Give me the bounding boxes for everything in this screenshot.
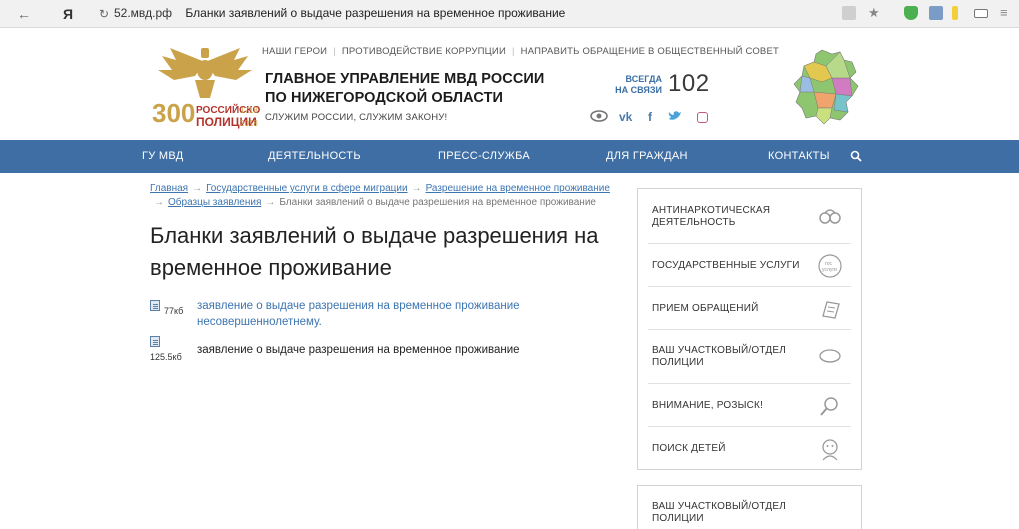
search-icon[interactable] bbox=[850, 150, 862, 162]
mail-icon[interactable] bbox=[929, 6, 943, 20]
url-domain: 52.мвд.рф bbox=[114, 6, 173, 20]
handcuffs-icon bbox=[819, 209, 841, 224]
file-item: 125.5кб заявление о выдаче разрешения на… bbox=[150, 334, 630, 364]
twitter-icon[interactable] bbox=[668, 110, 682, 122]
reader-mode-icon[interactable] bbox=[842, 6, 856, 20]
emblem-year-end: 2018 bbox=[240, 119, 258, 128]
gosuslugi-icon-text-2: услуги bbox=[822, 267, 837, 273]
sidebar-item-label: ПРИЕМ ОБРАЩЕНИЙ bbox=[652, 303, 759, 314]
page-title: Бланки заявлений о выдаче разрешения на … bbox=[150, 223, 599, 280]
site-header: 300 РОССИЙСКОЙ ПОЛИЦИИ 1718 2018 НАШИ ГЕ… bbox=[0, 28, 1019, 140]
sidebar-item-label: ПОЛИЦИИ bbox=[652, 357, 704, 368]
main-navbar: ГУ МВД ДЕЯТЕЛЬНОСТЬ ПРЕСС-СЛУЖБА ДЛЯ ГРА… bbox=[0, 140, 1019, 173]
sidebar-box-district-officer[interactable]: ВАШ УЧАСТКОВЫЙ/ОТДЕЛ ПОЛИЦИИ bbox=[637, 485, 862, 529]
sidebar-item-appeals[interactable]: ПРИЕМ ОБРАЩЕНИЙ bbox=[648, 287, 851, 330]
contact-number[interactable]: 102 bbox=[668, 70, 710, 98]
sidebar-item-label: ПОИСК ДЕТЕЙ bbox=[652, 443, 726, 454]
org-title-line2: ПО НИЖЕГОРОДСКОЙ ОБЛАСТИ bbox=[265, 90, 504, 106]
emblem-year-start: 1718 bbox=[240, 106, 258, 115]
breadcrumb: Главная → Государственные услуги в сфере м… bbox=[150, 182, 620, 210]
address-bar[interactable]: 52.мвд.рф Бланки заявлений о выдаче разр… bbox=[114, 6, 565, 20]
file-size: 125.5кб bbox=[150, 352, 182, 362]
gosuslugi-icon: гос услуги bbox=[818, 254, 842, 278]
contact-label-line2: НА СВЯЗИ bbox=[615, 85, 662, 95]
file-link[interactable]: заявление о выдаче разрешения на временн… bbox=[197, 298, 577, 330]
vk-icon[interactable]: vk bbox=[619, 110, 632, 124]
nav-activity[interactable]: ДЕЯТЕЛЬНОСТЬ bbox=[268, 150, 361, 162]
sidebar-item-label: АНТИНАРКОТИЧЕСКАЯ bbox=[652, 205, 771, 216]
breadcrumb-arrow-icon: → bbox=[192, 183, 203, 194]
breadcrumb-samples[interactable]: Образцы заявления bbox=[168, 197, 261, 208]
sidebar-item-label: ГОСУДАРСТВЕННЫЕ УСЛУГИ bbox=[652, 260, 800, 271]
org-title[interactable]: ГЛАВНОЕ УПРАВЛЕНИЕ МВД РОССИИ ПО НИЖЕГОР… bbox=[265, 70, 544, 108]
region-map[interactable] bbox=[792, 48, 862, 126]
breadcrumb-migration[interactable]: Государственные услуги в сфере миграции bbox=[206, 183, 408, 194]
file-item: 77кб заявление о выдаче разрешения на вр… bbox=[150, 298, 630, 330]
battery-icon bbox=[974, 9, 988, 18]
top-link-anticorruption[interactable]: ПРОТИВОДЕЙСТВИЕ КОРРУПЦИИ bbox=[342, 46, 506, 57]
emblem-300: 300 bbox=[152, 98, 195, 128]
top-links: НАШИ ГЕРОИ | ПРОТИВОДЕЙСТВИЕ КОРРУПЦИИ | НАП… bbox=[262, 46, 779, 57]
file-link[interactable]: заявление о выдаче разрешения на временн… bbox=[197, 342, 577, 358]
top-link-public-council[interactable]: НАПРАВИТЬ ОБРАЩЕНИЕ В ОБЩЕСТВЕННЫЙ СОВЕТ bbox=[521, 46, 779, 57]
nav-gu-mvd[interactable]: ГУ МВД bbox=[142, 150, 184, 162]
word-document-icon[interactable] bbox=[150, 336, 160, 347]
url-title: Бланки заявлений о выдаче разрешения на … bbox=[185, 6, 566, 20]
breadcrumb-current: Бланки заявлений о выдаче разрешения на … bbox=[279, 197, 596, 208]
nav-contacts[interactable]: КОНТАКТЫ bbox=[768, 150, 830, 162]
breadcrumb-arrow-icon: → bbox=[265, 197, 276, 208]
sidebar-item-children-search[interactable]: ПОИСК ДЕТЕЙ bbox=[648, 427, 851, 470]
shield-icon[interactable] bbox=[904, 6, 918, 20]
contact-label-line1: ВСЕГДА bbox=[625, 74, 662, 84]
sidebar-item-antidrug[interactable]: АНТИНАРКОТИЧЕСКАЯ ДЕЯТЕЛЬНОСТЬ bbox=[648, 189, 851, 244]
sidebar-item-wanted[interactable]: ВНИМАНИЕ, РОЗЫСК! bbox=[648, 384, 851, 427]
motto: СЛУЖИМ РОССИИ, СЛУЖИМ ЗАКОНУ! bbox=[265, 112, 448, 123]
instagram-icon[interactable] bbox=[697, 112, 708, 123]
magnifier-icon bbox=[820, 397, 838, 416]
browser-toolbar: ← Я ↻ 52.мвд.рф Бланки заявлений о выдач… bbox=[0, 0, 1019, 28]
org-title-line1: ГЛАВНОЕ УПРАВЛЕНИЕ МВД РОССИИ bbox=[265, 71, 545, 87]
sidebar-item-label: ДЕЯТЕЛЬНОСТЬ bbox=[652, 217, 736, 228]
sidebar-item-district-officer[interactable]: ВАШ УЧАСТКОВЫЙ/ОТДЕЛ ПОЛИЦИИ bbox=[648, 330, 851, 384]
reload-icon[interactable]: ↻ bbox=[94, 4, 114, 24]
child-icon bbox=[822, 439, 838, 461]
document-icon bbox=[822, 301, 840, 319]
file-size: 77кб bbox=[164, 306, 184, 316]
sidebar-item-label: ВАШ УЧАСТКОВЫЙ/ОТДЕЛ bbox=[652, 501, 786, 512]
sidebar-item-gov-services[interactable]: ГОСУДАРСТВЕННЫЕ УСЛУГИ гос услуги bbox=[648, 244, 851, 287]
star-icon[interactable]: ★ bbox=[868, 5, 880, 21]
word-document-icon[interactable] bbox=[150, 300, 160, 311]
back-arrow-icon[interactable]: ← bbox=[14, 4, 34, 24]
contact-label: ВСЕГДА НА СВЯЗИ bbox=[608, 74, 662, 96]
sidebar-item-label: ВНИМАНИЕ, РОЗЫСК! bbox=[652, 400, 764, 411]
breadcrumb-home[interactable]: Главная bbox=[150, 183, 188, 194]
sidebar-item-label: ВАШ УЧАСТКОВЫЙ/ОТДЕЛ bbox=[652, 345, 786, 356]
police-cap-icon bbox=[819, 349, 841, 363]
sidebar-menu: АНТИНАРКОТИЧЕСКАЯ ДЕЯТЕЛЬНОСТЬ ГОСУДАРСТ… bbox=[637, 188, 862, 470]
breadcrumb-permit[interactable]: Разрешение на временное проживание bbox=[426, 183, 610, 194]
yandex-button[interactable]: Я bbox=[58, 4, 78, 24]
nav-press[interactable]: ПРЕСС-СЛУЖБА bbox=[438, 150, 530, 162]
breadcrumb-arrow-icon: → bbox=[154, 197, 164, 208]
menu-icon[interactable]: ≡ bbox=[1000, 5, 1008, 20]
eye-icon[interactable] bbox=[590, 110, 608, 122]
sidebar-item-label: ПОЛИЦИИ bbox=[652, 513, 704, 524]
facebook-icon[interactable]: f bbox=[648, 110, 652, 124]
yandex-extension-icon[interactable] bbox=[952, 6, 958, 20]
nav-citizens[interactable]: ДЛЯ ГРАЖДАН bbox=[606, 150, 688, 162]
breadcrumb-arrow-icon: → bbox=[411, 183, 422, 194]
emblem-logo[interactable]: 300 РОССИЙСКОЙ ПОЛИЦИИ 1718 2018 bbox=[150, 40, 260, 132]
top-link-heroes[interactable]: НАШИ ГЕРОИ bbox=[262, 46, 327, 57]
